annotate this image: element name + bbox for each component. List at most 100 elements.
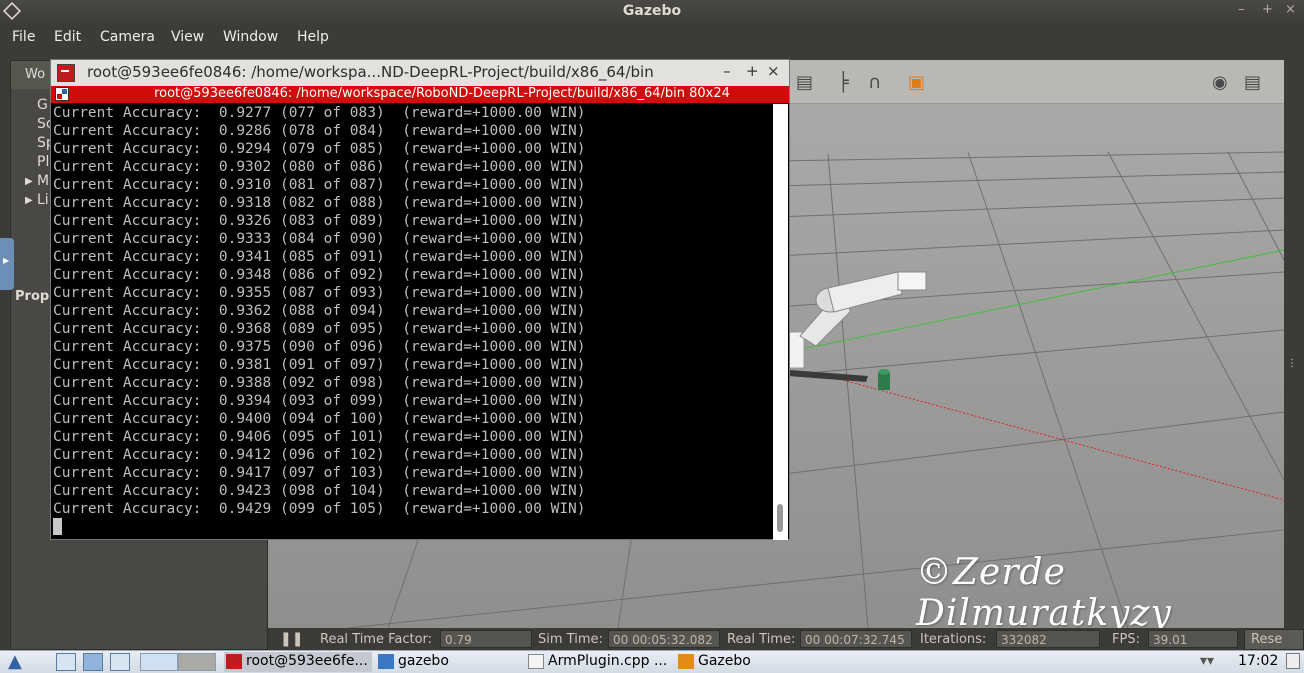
world-tree-item[interactable]: M xyxy=(37,173,49,189)
align-icon[interactable]: ╞ xyxy=(838,72,849,93)
output-line: Current Accuracy: 0.9341 (085 of 091) (r… xyxy=(53,249,586,265)
text-editor-icon xyxy=(528,654,544,669)
chevron-right-icon: ▶ xyxy=(3,256,10,265)
terminal-icon xyxy=(57,64,75,82)
expand-arrow-icon[interactable]: ▶ xyxy=(25,176,33,187)
terminal-icon xyxy=(226,654,242,669)
output-line: Current Accuracy: 0.9277 (077 of 083) (r… xyxy=(53,105,586,121)
output-line: Current Accuracy: 0.9286 (078 of 084) (r… xyxy=(53,123,586,139)
output-line: Current Accuracy: 0.9302 (080 of 086) (r… xyxy=(53,159,586,175)
terminal-cursor xyxy=(53,518,62,535)
terminal-titlebar[interactable]: root@593ee6fe0846: /home/workspa...ND-De… xyxy=(51,60,789,86)
expand-arrow-icon[interactable]: ▶ xyxy=(25,195,33,206)
output-line: Current Accuracy: 0.9368 (089 of 095) (r… xyxy=(53,321,586,337)
task-label: Gazebo xyxy=(698,653,751,669)
minimize-icon[interactable]: – xyxy=(1238,2,1245,17)
fps-label: FPS: xyxy=(1112,632,1140,647)
reset-button[interactable]: Rese xyxy=(1244,629,1304,650)
screen: Gazebo – + × File Edit Camera View Windo… xyxy=(0,0,1304,673)
real-time-value: 00 00:07:32.745 xyxy=(800,630,912,648)
output-line: Current Accuracy: 0.9348 (086 of 092) (r… xyxy=(53,267,586,283)
status-bar: ❚❚ Real Time Factor: 0.79 Sim Time: 00 0… xyxy=(268,628,1304,650)
output-line: Current Accuracy: 0.9326 (083 of 089) (r… xyxy=(53,213,586,229)
menu-file[interactable]: File xyxy=(12,29,35,45)
start-menu-icon[interactable]: ▲ xyxy=(8,651,34,673)
target-tube xyxy=(878,369,890,390)
menu-view[interactable]: View xyxy=(171,29,204,45)
terminal-tab[interactable]: root@593ee6fe0846: /home/workspace/RoboN… xyxy=(51,86,789,103)
window-title: Gazebo xyxy=(622,3,682,19)
paste-icon[interactable]: ▤ xyxy=(796,72,813,93)
output-line: Current Accuracy: 0.9388 (092 of 098) (r… xyxy=(53,375,586,391)
scrollbar-thumb[interactable] xyxy=(777,504,783,532)
maximize-icon[interactable]: + xyxy=(746,62,759,80)
output-line: Current Accuracy: 0.9333 (084 of 090) (r… xyxy=(53,231,586,247)
task-label: gazebo xyxy=(398,653,449,669)
workspace-2[interactable] xyxy=(178,653,216,671)
log-icon[interactable]: ▤ xyxy=(1244,72,1261,93)
task-label: ArmPlugin.cpp ... xyxy=(548,653,668,669)
sim-time-value: 00 00:05:32.082 xyxy=(608,630,720,648)
terminal-tab-title: root@593ee6fe0846: /home/workspace/RoboN… xyxy=(154,86,730,101)
task-text-editor[interactable]: ArmPlugin.cpp ... xyxy=(526,652,676,672)
output-line: Current Accuracy: 0.9412 (096 of 102) (r… xyxy=(53,447,586,463)
volume-icon[interactable]: ▾▾ xyxy=(1200,653,1214,669)
watermark: ©Zerde Dilmuratkyzy xyxy=(916,552,1172,634)
sim-time-label: Sim Time: xyxy=(538,632,603,647)
world-tree-item[interactable]: G xyxy=(37,97,48,113)
task-gazebo[interactable]: Gazebo xyxy=(676,652,826,672)
taskbar: ▲ root@593ee6fe... gazebo ArmPlugin.cpp … xyxy=(0,650,1304,673)
camera-screenshot-icon[interactable]: ◉ xyxy=(1212,72,1228,93)
maximize-icon[interactable]: + xyxy=(1262,2,1273,17)
pause-icon[interactable]: ❚❚ xyxy=(280,631,303,647)
world-tree-item[interactable]: Li xyxy=(37,192,49,208)
terminal-scrollbar[interactable] xyxy=(773,104,788,540)
terminal-window[interactable]: root@593ee6fe0846: /home/workspa...ND-De… xyxy=(50,59,790,540)
iterations-label: Iterations: xyxy=(920,632,987,647)
menu-bar: File Edit Camera View Window Help xyxy=(0,24,1304,52)
folder-icon xyxy=(378,654,394,669)
output-line: Current Accuracy: 0.9429 (099 of 105) (r… xyxy=(53,501,586,517)
browser-launcher-icon[interactable] xyxy=(83,653,103,671)
tray-icon[interactable] xyxy=(1286,653,1300,669)
iterations-value: 332082 xyxy=(996,630,1100,648)
snap-icon[interactable]: ∩ xyxy=(868,72,881,93)
world-tree-item[interactable]: Pl xyxy=(37,154,49,170)
terminal-title: root@593ee6fe0846: /home/workspa...ND-De… xyxy=(87,63,654,81)
minimize-icon[interactable]: – xyxy=(723,62,731,80)
menu-window[interactable]: Window xyxy=(223,29,278,45)
output-line: Current Accuracy: 0.9318 (082 of 088) (r… xyxy=(53,195,586,211)
output-line: Current Accuracy: 0.9310 (081 of 087) (r… xyxy=(53,177,586,193)
output-line: Current Accuracy: 0.9400 (094 of 100) (r… xyxy=(53,411,586,427)
properties-label: Prop xyxy=(15,289,50,304)
task-label: root@593ee6fe... xyxy=(246,653,368,669)
close-icon[interactable]: × xyxy=(767,62,780,80)
output-line: Current Accuracy: 0.9375 (090 of 096) (r… xyxy=(53,339,586,355)
clock[interactable]: 17:02 xyxy=(1238,653,1278,669)
output-line: Current Accuracy: 0.9417 (097 of 103) (r… xyxy=(53,465,586,481)
desktop-launcher-icon[interactable] xyxy=(110,653,130,671)
panel-collapse-handle[interactable]: ▶ xyxy=(0,238,14,290)
output-line: Current Accuracy: 0.9406 (095 of 101) (r… xyxy=(53,429,586,445)
workspace-1[interactable] xyxy=(140,653,178,671)
real-time-factor-value: 0.79 xyxy=(440,630,532,648)
output-line: Current Accuracy: 0.9362 (088 of 094) (r… xyxy=(53,303,586,319)
fps-value: 39.01 xyxy=(1148,630,1238,648)
view-angle-icon[interactable]: ▣ xyxy=(908,72,925,93)
output-line: Current Accuracy: 0.9355 (087 of 093) (r… xyxy=(53,285,586,301)
output-line: Current Accuracy: 0.9294 (079 of 085) (r… xyxy=(53,141,586,157)
terminal-output[interactable]: Current Accuracy: 0.9277 (077 of 083) (r… xyxy=(53,104,773,540)
menu-camera[interactable]: Camera xyxy=(100,29,155,45)
task-file-manager[interactable]: gazebo xyxy=(376,652,526,672)
handle-dots-icon: ⋮ xyxy=(1287,358,1297,369)
output-line: Current Accuracy: 0.9381 (091 of 097) (r… xyxy=(53,357,586,373)
gazebo-icon xyxy=(678,654,694,669)
menu-edit[interactable]: Edit xyxy=(54,29,81,45)
task-terminal[interactable]: root@593ee6fe... xyxy=(224,652,372,672)
file-manager-launcher-icon[interactable] xyxy=(56,653,76,671)
output-line: Current Accuracy: 0.9423 (098 of 104) (r… xyxy=(53,483,586,499)
window-titlebar[interactable]: Gazebo – + × xyxy=(0,0,1304,24)
menu-help[interactable]: Help xyxy=(297,29,329,45)
output-line: Current Accuracy: 0.9394 (093 of 099) (r… xyxy=(53,393,586,409)
close-icon[interactable]: × xyxy=(1285,2,1296,17)
